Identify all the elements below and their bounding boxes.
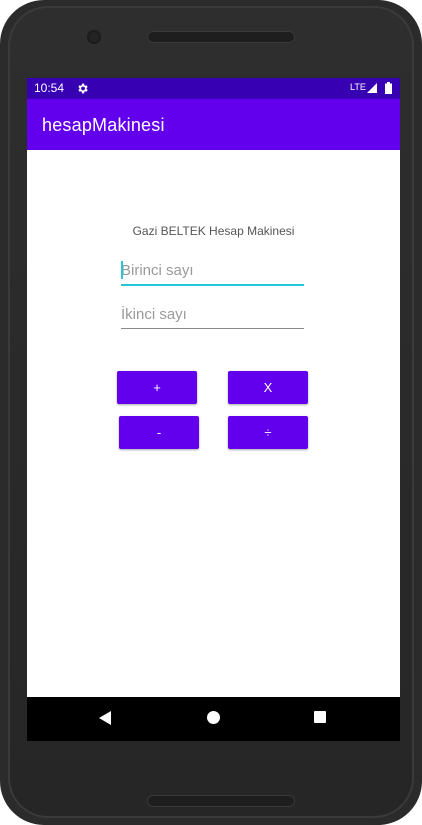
gear-icon: [78, 83, 88, 94]
home-icon[interactable]: [207, 711, 220, 724]
device-frame: 10:54 LTE hesapMakinesi Gazi BELTEK Hesa…: [0, 0, 422, 825]
back-icon[interactable]: [99, 711, 111, 725]
front-camera: [87, 30, 101, 44]
text-cursor: [121, 261, 123, 279]
signal-icon: [367, 83, 377, 93]
status-time: 10:54: [34, 81, 65, 95]
subtract-button[interactable]: -: [119, 416, 199, 449]
navigation-bar: [27, 697, 400, 741]
app-title: hesapMakinesi: [42, 115, 165, 135]
add-button[interactable]: +: [117, 371, 197, 404]
battery-icon: [385, 82, 392, 94]
top-speaker: [147, 31, 295, 43]
network-type-label: LTE: [350, 82, 366, 92]
recents-icon[interactable]: [314, 711, 326, 723]
app-bar: hesapMakinesi: [27, 99, 400, 150]
calculator-heading: Gazi BELTEK Hesap Makinesi: [132, 224, 295, 238]
multiply-button[interactable]: X: [228, 371, 308, 404]
status-bar: 10:54 LTE: [27, 78, 400, 99]
phone-screen: 10:54 LTE hesapMakinesi Gazi BELTEK Hesa…: [27, 78, 400, 741]
second-number-input[interactable]: [121, 300, 304, 329]
divide-button[interactable]: ÷: [228, 416, 308, 449]
first-number-input[interactable]: [121, 256, 304, 286]
bottom-speaker: [147, 795, 295, 807]
